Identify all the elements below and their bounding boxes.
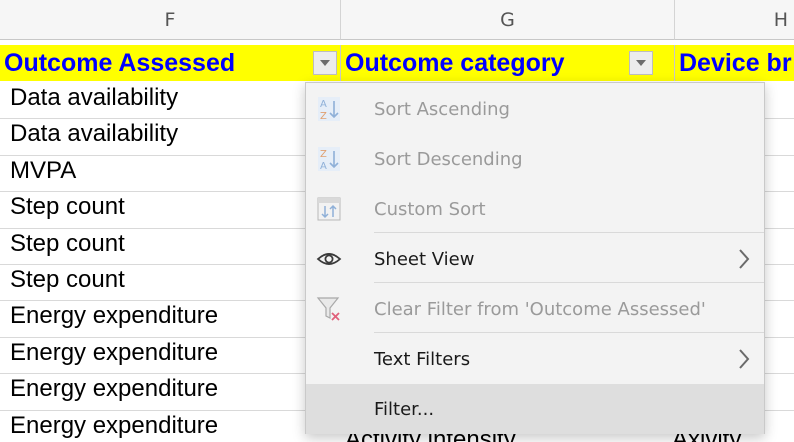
svg-text:A: A [320,161,327,171]
column-letter: F [164,8,176,31]
table-cell[interactable]: Data availability [0,83,341,120]
menu-separator [374,332,764,333]
chevron-right-icon [738,248,750,274]
table-cell[interactable]: Energy expenditure [0,411,341,442]
menu-separator [374,282,764,283]
menu-item-sort-ascending[interactable]: A Z Sort Ascending [306,84,764,134]
column-letter: G [500,8,515,31]
menu-item-sheet-view[interactable]: Sheet View [306,234,764,284]
custom-sort-icon [314,194,344,224]
svg-text:Z: Z [320,149,327,160]
table-cell[interactable]: Energy expenditure [0,301,341,338]
menu-item-label: Filter... [374,398,435,420]
table-cell[interactable]: MVPA [0,156,341,193]
svg-text:Z: Z [320,111,327,121]
menu-item-custom-sort[interactable]: Custom Sort [306,184,764,234]
menu-separator [374,232,764,233]
eye-icon [314,244,344,274]
column-f-cells: Data availability Data availability MVPA… [0,83,341,442]
filter-dropdown-button[interactable] [313,51,337,75]
table-cell[interactable]: Energy expenditure [0,374,341,411]
table-cell[interactable]: Step count [0,192,341,229]
filter-dropdown-button[interactable] [629,51,653,75]
menu-item-clear-filter[interactable]: Clear Filter from 'Outcome Assessed' [306,284,764,334]
menu-item-sort-descending[interactable]: Z A Sort Descending [306,134,764,184]
sort-descending-icon: Z A [314,144,344,174]
menu-item-label: Clear Filter from 'Outcome Assessed' [374,298,706,320]
header-cell-device-brand[interactable]: Device br [675,45,794,81]
chevron-down-icon [320,60,330,66]
table-cell[interactable]: Step count [0,265,341,302]
chevron-right-icon [738,348,750,374]
menu-item-filter[interactable]: Filter... [306,384,764,434]
menu-item-label: Text Filters [374,348,471,370]
table-cell[interactable]: Step count [0,229,341,265]
menu-item-label: Sort Descending [374,148,523,170]
chevron-down-icon [636,60,646,66]
header-label: Device br [679,49,792,77]
header-label: Outcome Assessed [4,49,236,77]
svg-text:A: A [320,99,327,110]
column-header-g[interactable]: G [341,0,675,40]
header-label: Outcome category [345,49,565,77]
table-cell[interactable]: Energy expenditure [0,338,341,375]
spreadsheet: F G H Outcome Assessed Outcome category … [0,0,794,442]
table-cell[interactable]: Data availability [0,119,341,156]
header-cell-outcome-assessed[interactable]: Outcome Assessed [0,45,341,81]
table-header-row: Outcome Assessed Outcome category Device… [0,45,794,81]
menu-item-label: Custom Sort [374,198,486,220]
column-header-h[interactable]: H [675,0,794,40]
menu-item-text-filters[interactable]: Text Filters [306,334,764,384]
filter-menu: A Z Sort Ascending Z A Sort Descending C… [305,82,765,434]
column-header-f[interactable]: F [0,0,341,40]
header-cell-outcome-category[interactable]: Outcome category [341,45,675,81]
menu-item-label: Sheet View [374,248,475,270]
clear-filter-icon [314,294,344,324]
menu-item-label: Sort Ascending [374,98,510,120]
sort-ascending-icon: A Z [314,94,344,124]
column-letter: H [773,8,788,31]
